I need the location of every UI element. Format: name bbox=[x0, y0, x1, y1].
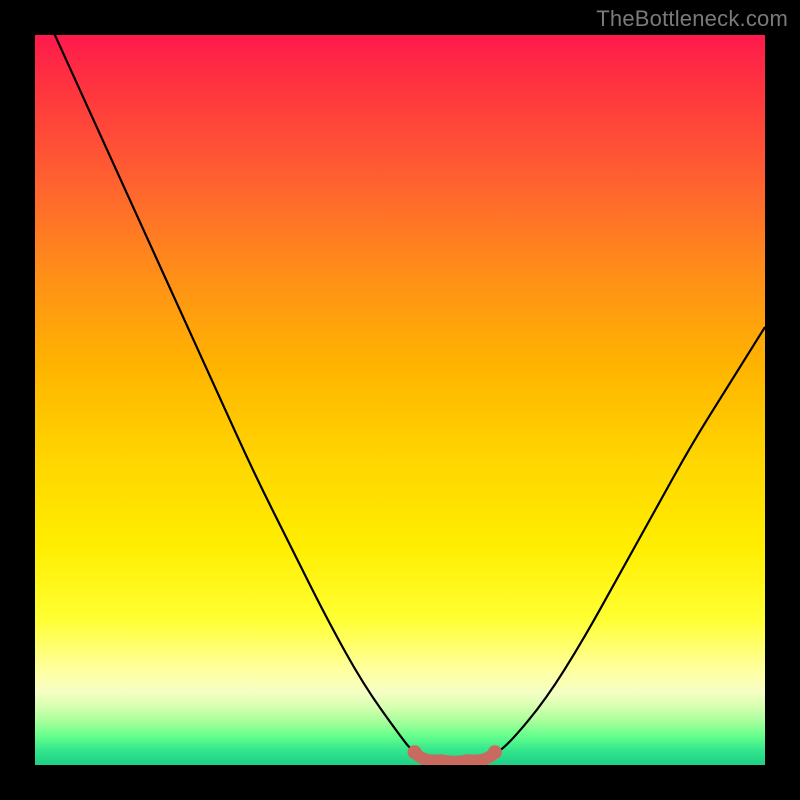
chart-frame: TheBottleneck.com bbox=[0, 0, 800, 800]
bottleneck-curve-path bbox=[35, 35, 765, 761]
trough-dot-left bbox=[408, 745, 422, 759]
watermark-text: TheBottleneck.com bbox=[596, 6, 788, 32]
curve-svg bbox=[35, 35, 765, 765]
trough-dot-right bbox=[488, 745, 502, 759]
plot-area bbox=[35, 35, 765, 765]
trough-highlight bbox=[415, 752, 495, 762]
